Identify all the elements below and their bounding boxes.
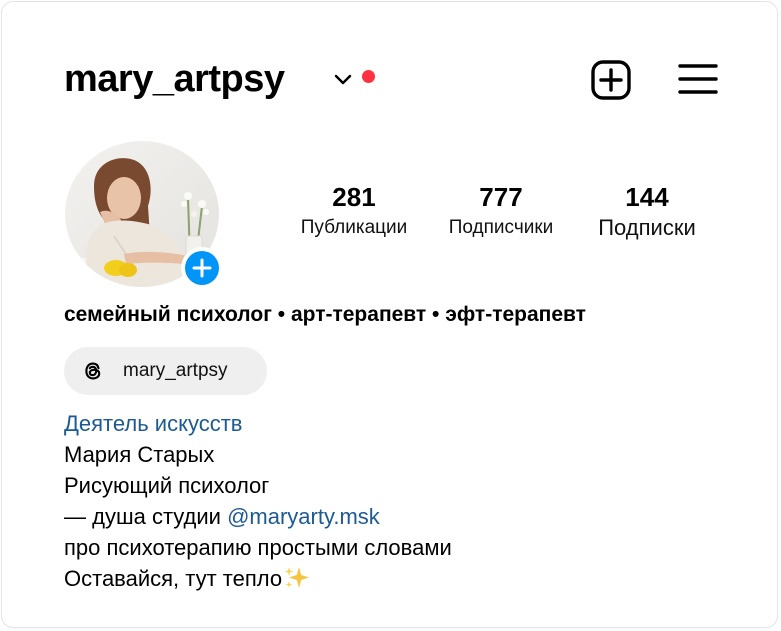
chevron-down-icon[interactable] <box>332 68 354 90</box>
bio: Деятель искусств Мария Старых Рисующий п… <box>64 408 452 594</box>
bio-line-greeting: Оставайся, тут тепло <box>64 563 452 594</box>
threads-icon <box>85 362 101 380</box>
threads-link-button[interactable]: mary_artpsy <box>64 347 267 395</box>
stat-following[interactable]: 144 Подписки <box>582 180 712 242</box>
bio-line-studio-text: — душа студии <box>64 504 228 529</box>
avatar-container <box>64 140 224 290</box>
studio-mention-link[interactable]: @maryarty.msk <box>227 504 380 529</box>
menu-button[interactable] <box>678 62 718 96</box>
sparkles-icon <box>284 567 310 588</box>
threads-label: mary_artpsy <box>123 360 228 381</box>
stat-posts-label: Публикации <box>300 217 408 238</box>
bio-name: Мария Старых <box>64 442 215 467</box>
top-bar: mary_artpsy <box>64 56 724 102</box>
stat-following-label: Подписки <box>598 215 696 240</box>
stat-posts[interactable]: 281 Публикации <box>288 180 420 242</box>
profile-headline: семейный психолог • арт-терапевт • эфт-т… <box>64 303 586 326</box>
stat-posts-value: 281 <box>332 182 376 212</box>
profile-card: mary_artpsy 281 Публикации 777 Подписчик… <box>1 1 778 628</box>
stat-following-value: 144 <box>625 182 669 212</box>
notification-dot <box>362 70 375 83</box>
bio-line-greeting-text: Оставайся, тут тепло <box>64 566 283 591</box>
username-title[interactable]: mary_artpsy <box>64 56 285 102</box>
stat-followers-label: Подписчики <box>448 217 554 238</box>
bio-line-about: про психотерапию простыми словами <box>64 535 452 560</box>
bio-line-studio: — душа студии @maryarty.msk <box>64 501 452 532</box>
bio-line-role: Рисующий психолог <box>64 473 270 498</box>
stat-followers[interactable]: 777 Подписчики <box>436 180 566 242</box>
add-story-button[interactable] <box>180 246 224 290</box>
profile-category: Деятель искусств <box>64 411 243 436</box>
stat-followers-value: 777 <box>479 182 523 212</box>
create-post-button[interactable] <box>589 58 633 102</box>
